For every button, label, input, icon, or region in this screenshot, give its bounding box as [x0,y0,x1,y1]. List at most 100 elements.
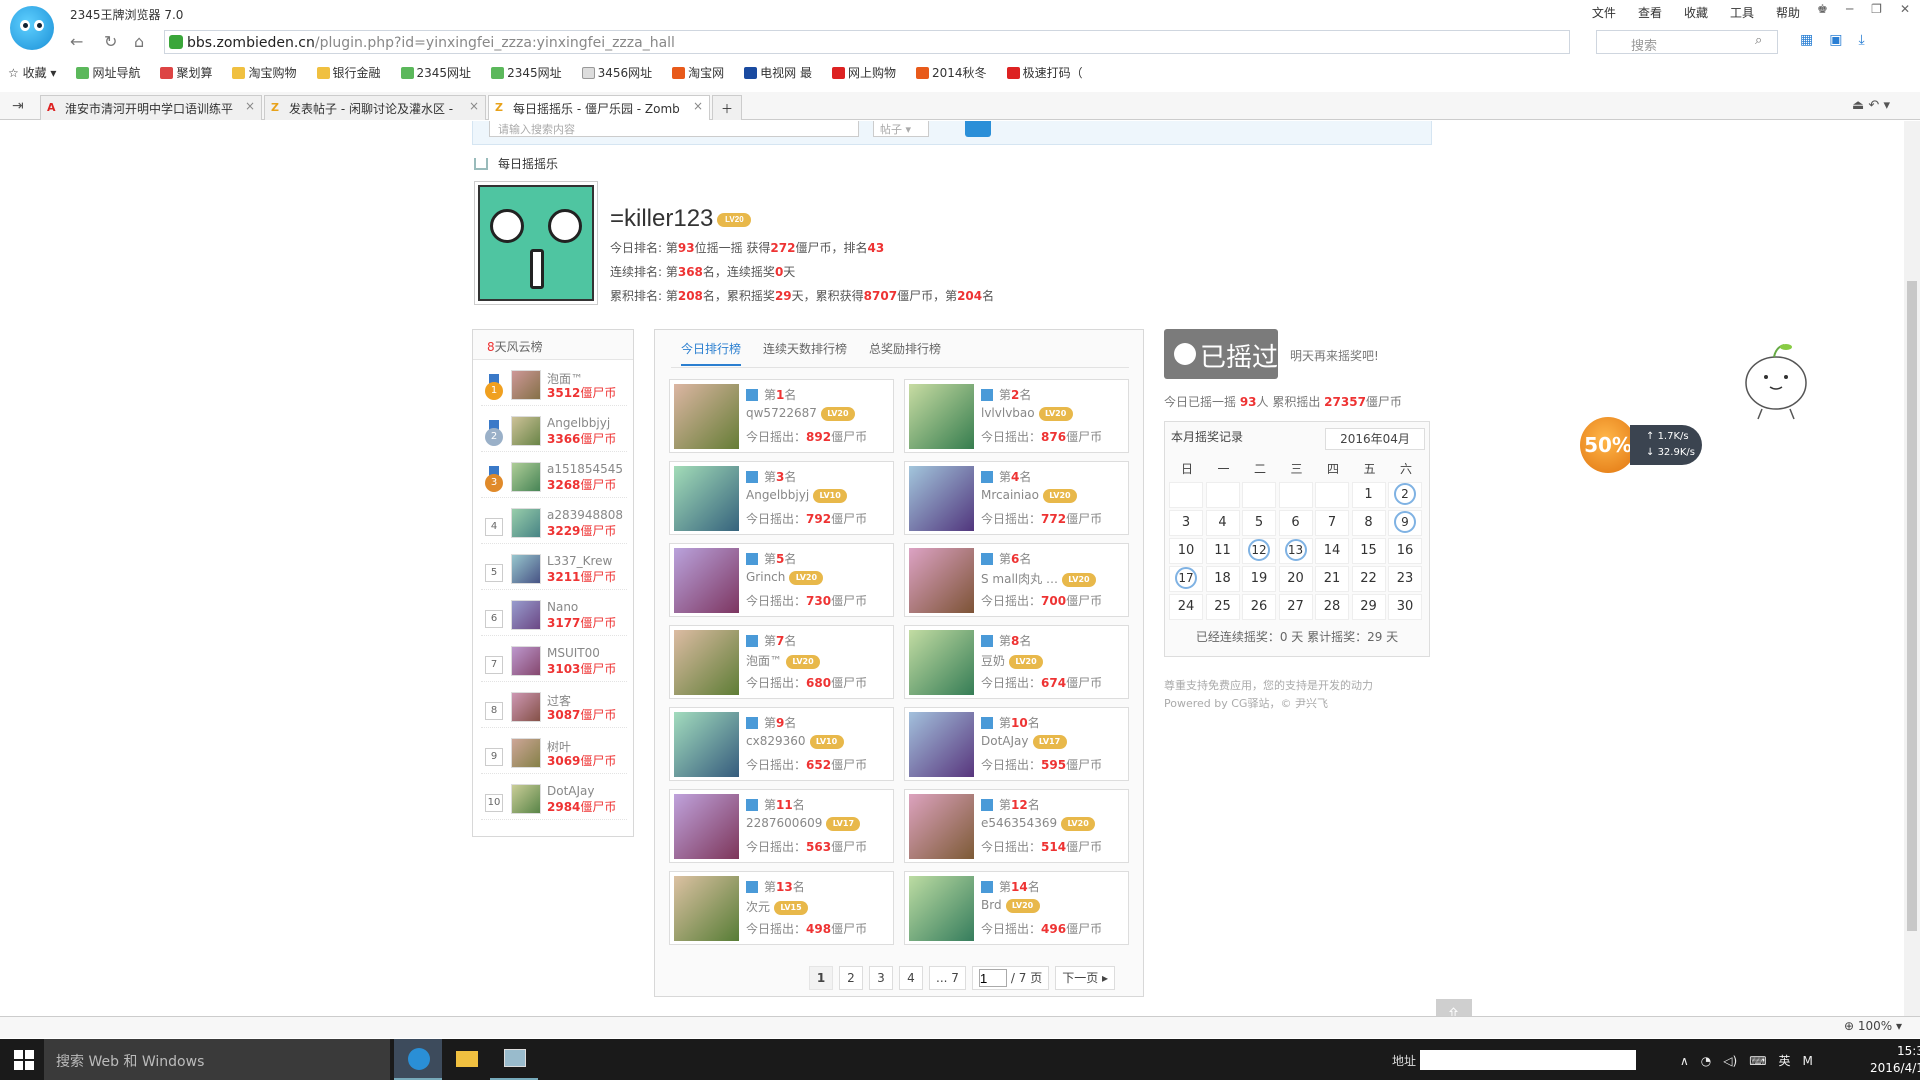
player-avatar[interactable] [674,466,739,531]
back-button[interactable]: ← [70,32,83,51]
scrollbar-thumb[interactable] [1907,281,1917,931]
tab-total-ranking[interactable]: 总奖励排行榜 [869,340,941,366]
player-name[interactable]: 泡面™ LV20 [746,652,821,669]
menu-file[interactable]: 文件 [1592,4,1616,21]
player-name[interactable]: Mrcainiao LV20 [981,488,1077,503]
leader-name[interactable]: L337_Krew [547,554,612,568]
taskbar-clock[interactable]: 15:322016/4/17 [1870,1043,1920,1077]
tab-streak-ranking[interactable]: 连续天数排行榜 [763,340,847,366]
taskbar-address-input[interactable] [1420,1050,1636,1070]
shake-button[interactable]: 已摇过 [1164,329,1278,379]
player-avatar[interactable] [909,384,974,449]
address-bar[interactable]: bbs.zombieden.cn/plugin.php?id=yinxingfe… [164,30,1570,54]
bookmark-item[interactable]: 极速打码（ [1006,64,1083,81]
leader-name[interactable]: MSUIT00 [547,646,600,660]
player-avatar[interactable] [674,630,739,695]
player-name[interactable]: 次元 LV15 [746,898,809,915]
bookmark-item[interactable]: 电视网 最 [744,64,812,81]
keyboard-icon[interactable]: ⌨ [1749,1054,1766,1068]
search-type-select[interactable]: 帖子 ▾ [873,121,929,137]
player-name[interactable]: Grinch LV20 [746,570,824,585]
bookmark-item[interactable]: 2345网址 [491,64,562,81]
player-name[interactable]: e546354369 LV20 [981,816,1096,831]
player-name[interactable]: qw5722687 LV20 [746,406,855,421]
bookmark-item[interactable]: 聚划算 [160,64,212,81]
player-avatar[interactable] [674,712,739,777]
leader-name[interactable]: DotAJay [547,784,595,798]
tab-2[interactable]: Z 发表帖子 - 闲聊讨论及灌水区 - × [264,95,486,120]
zoom-level[interactable]: ⊕ 100% ▾ [1844,1019,1902,1033]
screenshot-icon[interactable]: ▣ [1829,32,1842,52]
menu-favorites[interactable]: 收藏 [1684,4,1708,21]
leader-name[interactable]: a283948808 [547,508,623,522]
ime-mode-icon[interactable]: M [1803,1054,1813,1068]
player-name[interactable]: S mall肉丸 … LV20 [981,570,1096,587]
close-button[interactable]: ✕ [1900,2,1910,16]
page-last[interactable]: ... 7 [929,966,966,990]
bookmark-item[interactable]: 淘宝网 [672,64,724,81]
leader-avatar[interactable] [511,784,541,814]
page-scrollbar[interactable] [1904,121,1920,1016]
browser-taskbar-icon[interactable] [394,1039,442,1080]
bookmark-item[interactable]: 银行金融 [316,64,381,81]
tray-chevron-icon[interactable]: ∧ [1680,1054,1689,1068]
leader-avatar[interactable] [511,462,541,492]
player-avatar[interactable] [909,466,974,531]
tab-today-ranking[interactable]: 今日排行榜 [681,340,742,366]
page-1[interactable]: 1 [809,966,833,990]
file-explorer-icon[interactable] [442,1039,490,1080]
leader-avatar[interactable] [511,508,541,538]
app-taskbar-icon[interactable] [490,1039,538,1080]
page-3[interactable]: 3 [869,966,893,990]
taskbar-search[interactable]: 搜索 Web 和 Windows [44,1039,390,1080]
speed-meter-widget[interactable]: 50% ↑ 1.7K/s ↓ 32.9K/s [1580,417,1702,473]
tab-close-icon[interactable]: × [245,99,255,113]
leader-avatar[interactable] [511,738,541,768]
page-jump-input[interactable] [978,969,1007,987]
skin-icon[interactable]: ♚ [1817,2,1828,16]
breadcrumb-current[interactable]: 每日摇摇乐 [498,155,558,172]
refresh-button[interactable]: ↻ [104,32,117,51]
player-avatar[interactable] [909,548,974,613]
next-page-button[interactable]: 下一页 ▸ [1055,966,1116,990]
player-name[interactable]: lvlvlvbao LV20 [981,406,1073,421]
leader-avatar[interactable] [511,692,541,722]
tab-close-icon[interactable]: × [693,99,703,113]
bookmark-item[interactable]: 网址导航 [76,64,140,81]
back-to-top-button[interactable]: ⇧ [1436,999,1472,1016]
bookmark-item[interactable]: 网上购物 [832,64,896,81]
bookmark-item[interactable]: 2014秋冬 [916,64,987,81]
player-avatar[interactable] [674,384,739,449]
player-avatar[interactable] [674,548,739,613]
home-icon[interactable] [474,157,488,170]
leader-avatar[interactable] [511,646,541,676]
player-name[interactable]: Brd LV20 [981,898,1040,913]
tab-close-icon[interactable]: × [469,99,479,113]
player-name[interactable]: Angelbbjyj LV10 [746,488,848,503]
network-icon[interactable]: ◔ [1701,1054,1711,1068]
leader-name[interactable]: a151854545 [547,462,623,476]
sidebar-toggle-icon[interactable]: ⇥ [12,98,24,114]
leader-avatar[interactable] [511,554,541,584]
minimize-button[interactable]: ─ [1846,2,1853,16]
menu-view[interactable]: 查看 [1638,4,1662,21]
player-avatar[interactable] [909,794,974,859]
bookmark-item[interactable]: 2345网址 [400,64,471,81]
player-name[interactable]: DotAJay LV17 [981,734,1067,749]
home-button[interactable]: ⌂ [134,32,144,51]
player-name[interactable]: 2287600609 LV17 [746,816,861,831]
player-name[interactable]: cx829360 LV10 [746,734,844,749]
player-name[interactable]: 豆奶 LV20 [981,652,1044,669]
bookmark-item[interactable]: 3456网址 [581,64,652,81]
browser-search-box[interactable]: 搜索 ⌕ [1596,30,1778,54]
ime-indicator[interactable]: 英 [1779,1052,1791,1069]
leader-name[interactable]: Angelbbjyj [547,416,610,430]
bookmark-item[interactable]: 淘宝购物 [232,64,297,81]
bookmark-favorites[interactable]: ☆ 收藏 ▾ [8,64,56,81]
menu-tools[interactable]: 工具 [1730,4,1754,21]
download-icon[interactable]: ⤓ [1858,32,1864,52]
player-avatar[interactable] [674,794,739,859]
player-avatar[interactable] [674,876,739,941]
leader-avatar[interactable] [511,416,541,446]
menu-help[interactable]: 帮助 [1776,4,1800,21]
